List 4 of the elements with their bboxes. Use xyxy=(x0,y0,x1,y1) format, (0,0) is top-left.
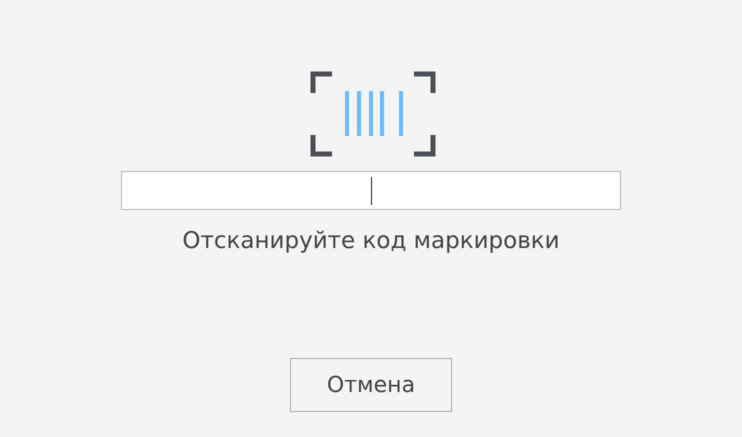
input-field[interactable] xyxy=(121,171,621,210)
cancel-button[interactable]: Отмена xyxy=(290,358,452,412)
barcode-scan-icon xyxy=(310,71,436,157)
instruction-text: Отсканируйте код маркировки xyxy=(182,228,560,254)
